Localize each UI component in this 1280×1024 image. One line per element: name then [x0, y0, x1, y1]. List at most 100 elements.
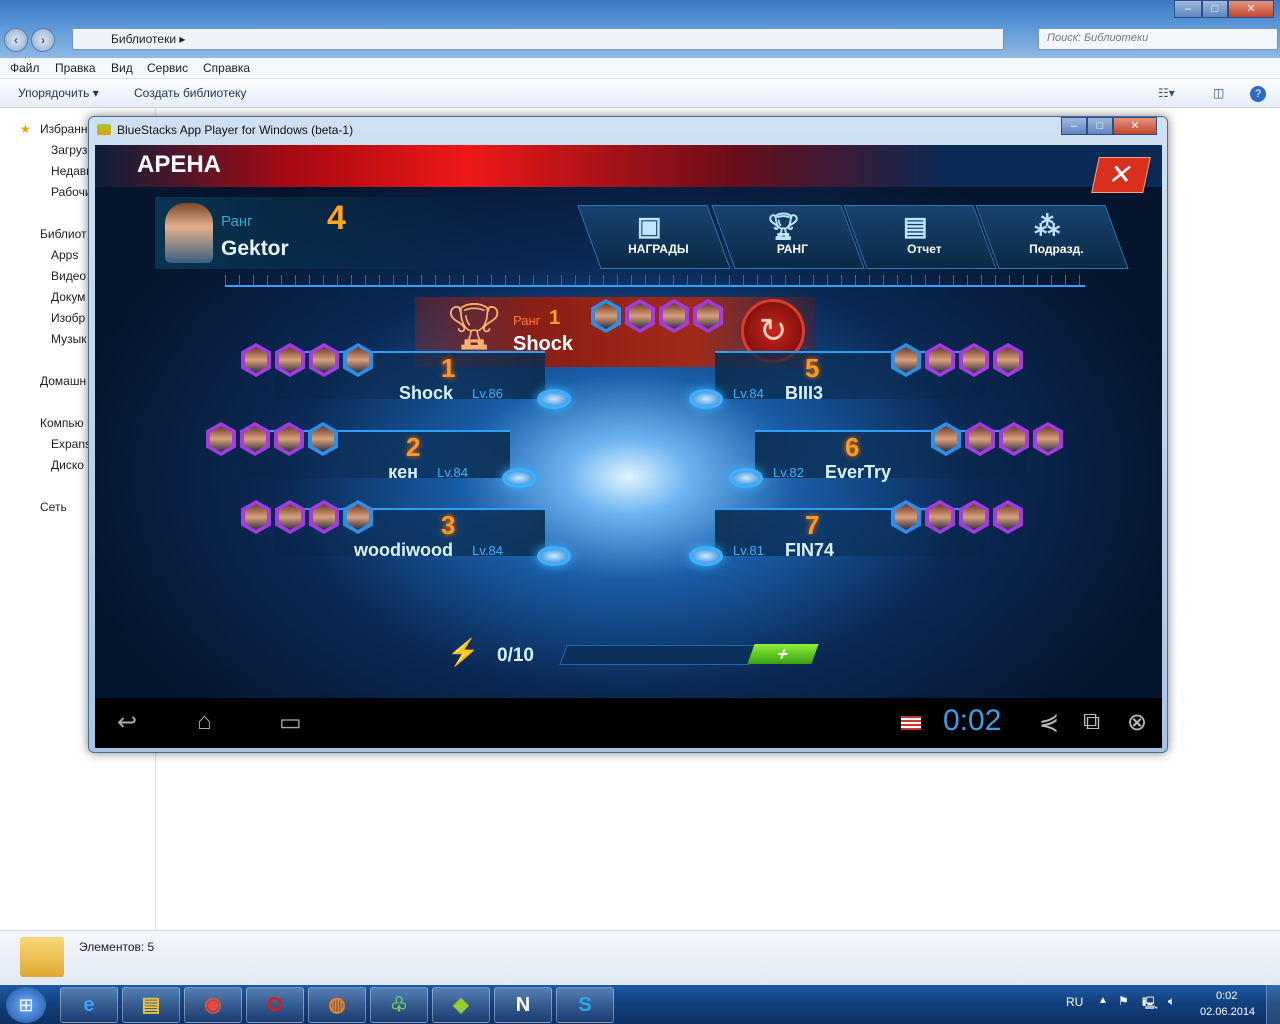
start-button[interactable]: ⊞ — [6, 987, 46, 1023]
energy-count: 0/10 — [497, 645, 534, 666]
opponent-level: Lv.82 — [773, 465, 804, 480]
bluestacks-window: BlueStacks App Player for Windows (beta-… — [88, 116, 1168, 753]
breadcrumb-libraries[interactable]: Библиотеки — [111, 32, 176, 46]
menu-edit[interactable]: Правка — [55, 61, 96, 75]
opponent-level: Lv.84 — [437, 465, 468, 480]
android-nav-bar: ↩ ⌂ ▭ 0:02 ⋞ ⧉ ⊗ — [95, 698, 1162, 748]
us-flag-icon[interactable] — [901, 716, 921, 730]
network-icon[interactable]: 🖳︎ — [1142, 994, 1158, 1015]
organize-button[interactable]: Упорядочить ▾ — [18, 86, 99, 100]
top-rank-label: Ранг — [513, 313, 541, 328]
app-taskbar-icon[interactable]: ♧ — [370, 987, 428, 1023]
tab-squad[interactable]: ⁂ Подразд. — [975, 205, 1129, 269]
menu-help[interactable]: Справка — [203, 61, 250, 75]
close-app-icon[interactable]: ⊗ — [1127, 708, 1147, 737]
arena-close-button[interactable]: ✕ — [1091, 157, 1151, 193]
menu-file[interactable]: Файл — [10, 61, 40, 75]
back-button[interactable]: ‹ — [4, 28, 28, 52]
skype-taskbar-icon[interactable]: S — [556, 987, 614, 1023]
arena-screen: АРЕНА ✕ Ранг 4 Gektor ▣ НАГРАДЫ 🏆︎ РАНГ ▤ О… — [95, 145, 1162, 698]
clipboard-icon: ▤ — [902, 211, 928, 241]
address-bar[interactable]: Библиотеки ▸ — [72, 28, 1004, 50]
player-profile: Ранг 4 Gektor — [155, 197, 495, 269]
firefox-taskbar-icon[interactable]: ◍ — [308, 987, 366, 1023]
opponent-slot[interactable]: 5 BIII3 Lv.84 — [689, 343, 1023, 409]
items-count: Элементов: 5 — [79, 940, 155, 954]
connector-node — [729, 468, 763, 488]
opponent-level: Lv.81 — [733, 543, 764, 558]
opponent-name: woodiwood — [354, 540, 453, 560]
recent-apps-icon[interactable]: ▭ — [279, 708, 302, 737]
share-icon[interactable]: ⋞ — [1039, 708, 1059, 737]
opponent-slot[interactable]: 3 woodiwood Lv.84 — [241, 500, 571, 566]
arena-header — [95, 145, 1162, 187]
opponent-rank: 3 — [441, 510, 456, 540]
opponent-name: BIII3 — [785, 383, 824, 403]
bs-minimize-button[interactable]: – — [1061, 117, 1087, 135]
tab-label: Отчет — [907, 242, 942, 256]
bluestacks-taskbar-icon[interactable]: ◆ — [432, 987, 490, 1023]
nav-homegroup[interactable]: Домашн — [40, 374, 88, 388]
window-title: BlueStacks App Player for Windows (beta-… — [117, 123, 354, 137]
preview-pane-icon[interactable]: ◫ — [1213, 86, 1224, 100]
hero-portrait — [206, 422, 236, 456]
hero-portrait — [591, 299, 621, 333]
nav-favorites[interactable]: Избранн — [40, 122, 88, 136]
nav-computer[interactable]: Компью — [40, 416, 88, 430]
internet-explorer-taskbar-icon[interactable]: e — [60, 987, 118, 1023]
tab-report[interactable]: ▤ Отчет — [843, 205, 997, 269]
opponent-slot[interactable]: 6 EverTry Lv.82 — [729, 422, 1063, 488]
file-explorer-taskbar-icon[interactable]: ▤ — [122, 987, 180, 1023]
tab-rank[interactable]: 🏆︎ РАНГ — [711, 205, 865, 269]
add-energy-button[interactable]: + — [747, 644, 819, 664]
chrome-taskbar-icon[interactable]: ◉ — [184, 987, 242, 1023]
tab-label: НАГРАДЫ — [628, 242, 689, 256]
bs-maximize-button[interactable]: □ — [1087, 117, 1113, 135]
close-button[interactable]: ✕ — [1228, 0, 1274, 18]
minimize-button[interactable]: – — [1174, 0, 1202, 18]
hero-portrait — [693, 299, 723, 333]
taskbar: ⊞ e ▤ ◉ O ◍ ♧ ◆ N S RU ▲ ⚑ 🖳︎ 🔈︎ 0:02 02.06.2014 — [0, 985, 1280, 1024]
tab-rewards[interactable]: ▣ НАГРАДЫ — [577, 205, 731, 269]
opponent-slot[interactable]: 2 кен Lv.84 — [206, 422, 536, 488]
opponent-name: кен — [388, 462, 418, 482]
show-desktop-button[interactable] — [1266, 985, 1280, 1024]
player-name: Gektor — [221, 237, 289, 260]
volume-icon[interactable]: 🔈︎ — [1168, 994, 1175, 1009]
hero-portrait — [625, 299, 655, 333]
opponent-rank: 1 — [441, 353, 456, 383]
action-center-flag-icon[interactable]: ⚑ — [1118, 994, 1129, 1008]
hero-portrait — [993, 343, 1023, 377]
opponent-level: Lv.84 — [733, 386, 764, 401]
opponent-slot[interactable]: 7 FIN74 Lv.81 — [689, 500, 1023, 566]
view-options-icon[interactable]: ☷▾ — [1158, 86, 1175, 100]
star-icon: ★ — [20, 122, 31, 136]
back-icon[interactable]: ↩ — [117, 708, 137, 737]
create-library-button[interactable]: Создать библиотеку — [134, 86, 246, 100]
opponent-rank: 6 — [845, 432, 860, 462]
opera-taskbar-icon[interactable]: O — [246, 987, 304, 1023]
forward-button[interactable]: › — [31, 28, 55, 52]
trophy-icon: 🏆︎ — [766, 211, 800, 241]
nav-network[interactable]: Сеть — [40, 500, 88, 514]
tray-expand-icon[interactable]: ▲ — [1098, 995, 1108, 1006]
search-input[interactable]: Поиск: Библиотеки — [1038, 28, 1278, 50]
player-rank: 4 — [327, 199, 346, 237]
bluestacks-logo-icon — [97, 124, 111, 135]
nf-game-taskbar-icon[interactable]: N — [494, 987, 552, 1023]
window-resize-icon[interactable]: ⧉ — [1083, 708, 1100, 736]
opponent-name: Shock — [398, 383, 453, 403]
opponent-slot[interactable]: 1 Shock Lv.86 — [241, 343, 571, 409]
menu-tools[interactable]: Сервис — [147, 61, 188, 75]
home-icon[interactable]: ⌂ — [197, 708, 212, 736]
maximize-button[interactable]: □ — [1202, 0, 1228, 18]
clock-date[interactable]: 02.06.2014 — [1200, 1006, 1255, 1018]
language-indicator[interactable]: RU — [1066, 995, 1083, 1009]
help-icon[interactable]: ? — [1250, 86, 1266, 102]
library-folder-icon — [20, 937, 64, 977]
menu-view[interactable]: Вид — [111, 61, 133, 75]
toolbar: Упорядочить ▾ Создать библиотеку ☷▾ ◫ ? — [0, 79, 1280, 108]
nav-libraries[interactable]: Библиот — [40, 227, 88, 241]
bs-close-button[interactable]: ✕ — [1113, 117, 1157, 135]
clock-time[interactable]: 0:02 — [1216, 990, 1237, 1002]
